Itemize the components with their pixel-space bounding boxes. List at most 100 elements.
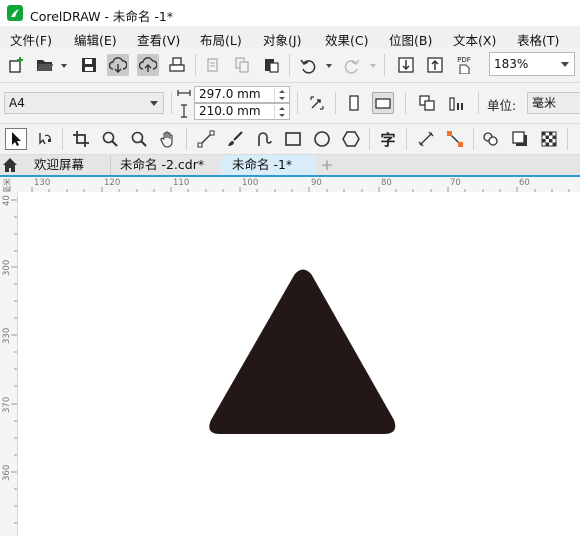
resize-page-icon[interactable] — [306, 92, 328, 114]
toolbar-separator — [171, 92, 172, 114]
pan-tool-hand-icon[interactable] — [157, 128, 179, 150]
toolbar-separator — [186, 128, 187, 150]
page-height-field[interactable]: 210.0 mm — [194, 103, 290, 120]
zoom-level-select[interactable]: 183% — [489, 52, 575, 76]
rectangle-tool-icon[interactable] — [282, 128, 304, 150]
dimension-tool-icon[interactable] — [415, 128, 437, 150]
page-height-value: 210.0 mm — [199, 104, 261, 118]
menu-layout[interactable]: 布局(L) — [200, 30, 242, 49]
new-document-icon[interactable] — [5, 54, 27, 76]
tab-document-2[interactable]: 未命名 -2.cdr* — [110, 155, 220, 175]
zoom-tool-icon[interactable] — [99, 128, 121, 150]
vertical-ruler[interactable]: 40 300 330 370 360 — [0, 192, 18, 536]
toolbar-separator — [406, 128, 407, 150]
print-icon[interactable] — [166, 54, 188, 76]
landscape-orientation-icon[interactable] — [372, 92, 394, 114]
redo-icon[interactable] — [341, 54, 363, 76]
ruler-tick-label: 80 — [381, 178, 392, 188]
portrait-orientation-icon[interactable] — [343, 92, 365, 114]
toolbar-separator — [567, 128, 568, 150]
zoom-dropdown-chevron-icon[interactable] — [556, 53, 574, 75]
zoom-out-tool-icon[interactable] — [128, 128, 150, 150]
units-value: 毫米 — [532, 96, 557, 110]
blend-tool-icon[interactable] — [480, 128, 502, 150]
menu-edit[interactable]: 编辑(E) — [74, 30, 117, 49]
transparency-tool-icon[interactable] — [538, 128, 560, 150]
ruler-tick-label: 70 — [450, 178, 461, 188]
toolbar-separator — [289, 54, 290, 76]
ruler-tick-label: 100 — [242, 178, 259, 188]
bezier-curve-tool-icon[interactable] — [253, 128, 275, 150]
publish-pdf-icon[interactable]: PDF — [453, 54, 475, 76]
canvas-drawing — [209, 269, 396, 435]
toolbar-separator — [62, 128, 63, 150]
toolbar-separator — [405, 92, 406, 114]
page-width-spin-down-icon[interactable] — [274, 95, 289, 102]
connector-tool-icon[interactable] — [444, 128, 466, 150]
toolbar-separator — [195, 54, 196, 76]
tab-welcome-screen[interactable]: 欢迎屏幕 — [22, 155, 108, 175]
units-label: 单位: — [487, 98, 517, 113]
undo-icon[interactable] — [297, 54, 319, 76]
menu-bitmaps[interactable]: 位图(B) — [389, 30, 432, 49]
pick-tool-icon[interactable] — [5, 128, 27, 150]
open-folder-icon[interactable] — [34, 54, 56, 76]
text-tool-icon[interactable]: 字 — [377, 128, 399, 150]
home-icon[interactable] — [1, 155, 19, 175]
paste-icon[interactable] — [260, 54, 282, 76]
menu-file[interactable]: 文件(F) — [10, 30, 52, 49]
toolbar-separator — [384, 54, 385, 76]
page-width-value: 297.0 mm — [199, 87, 261, 101]
menu-view[interactable]: 查看(V) — [137, 30, 180, 49]
property-bar: A4 297.0 mm 210.0 mm 单位: 毫米 — [0, 83, 580, 124]
page-size-select[interactable]: A4 — [4, 92, 164, 114]
import-icon[interactable] — [395, 54, 417, 76]
ruler-ticks — [11, 199, 17, 524]
menu-bar: 文件(F) 编辑(E) 查看(V) 布局(L) 对象(J) 效果(C) 位图(B… — [0, 26, 580, 48]
page-height-spin-down-icon[interactable] — [274, 112, 289, 119]
cloud-upload-icon[interactable] — [137, 54, 159, 76]
menu-table[interactable]: 表格(T) — [517, 30, 559, 49]
freehand-line-tool-icon[interactable] — [195, 128, 217, 150]
ruler-tick-label: 360 — [2, 464, 12, 481]
redo-dropdown-chevron-icon[interactable] — [370, 64, 376, 68]
tab-label: 未命名 -1* — [232, 157, 293, 172]
page-size-value: A4 — [9, 96, 25, 110]
toolbar-separator — [369, 128, 370, 150]
ruler-tick-label: 40 — [2, 195, 12, 206]
artistic-media-brush-icon[interactable] — [224, 128, 246, 150]
ellipse-tool-icon[interactable] — [311, 128, 333, 150]
menu-text[interactable]: 文本(X) — [453, 30, 496, 49]
rounded-triangle-shape[interactable] — [209, 269, 396, 435]
coreldraw-logo-icon — [7, 5, 23, 21]
add-tab-button[interactable]: + — [318, 155, 336, 175]
copy-icon[interactable] — [231, 54, 253, 76]
ruler-tick-label: 90 — [311, 178, 322, 188]
toolbar-separator — [297, 92, 298, 114]
menu-effects[interactable]: 效果(C) — [325, 30, 368, 49]
horizontal-ruler[interactable]: 毫米 130 120 110 100 90 80 70 60 — [0, 175, 580, 194]
pdf-label: PDF — [457, 56, 471, 64]
export-icon[interactable] — [424, 54, 446, 76]
save-icon[interactable] — [78, 54, 100, 76]
title-bar: CorelDRAW - 未命名 -1* — [0, 0, 580, 26]
cut-icon[interactable] — [202, 54, 224, 76]
tab-document-1[interactable]: 未命名 -1* — [222, 155, 316, 175]
polygon-tool-icon[interactable] — [340, 128, 362, 150]
open-dropdown-chevron-icon[interactable] — [61, 64, 67, 68]
page-size-chevron-icon[interactable] — [145, 93, 163, 113]
page-width-field[interactable]: 297.0 mm — [194, 86, 290, 103]
shape-tool-icon[interactable] — [33, 128, 55, 150]
ruler-tick-label: 120 — [104, 178, 121, 188]
menu-object[interactable]: 对象(J) — [263, 30, 301, 49]
drawing-canvas[interactable] — [18, 192, 580, 536]
cloud-download-icon[interactable] — [107, 54, 129, 76]
zoom-level-value: 183% — [494, 57, 529, 71]
current-page-icon[interactable] — [446, 92, 468, 114]
ruler-ticks — [31, 187, 570, 192]
all-pages-icon[interactable] — [416, 92, 438, 114]
crop-tool-icon[interactable] — [70, 128, 92, 150]
undo-dropdown-chevron-icon[interactable] — [326, 64, 332, 68]
drop-shadow-tool-icon[interactable] — [509, 128, 531, 150]
units-select[interactable]: 毫米 — [527, 92, 580, 114]
